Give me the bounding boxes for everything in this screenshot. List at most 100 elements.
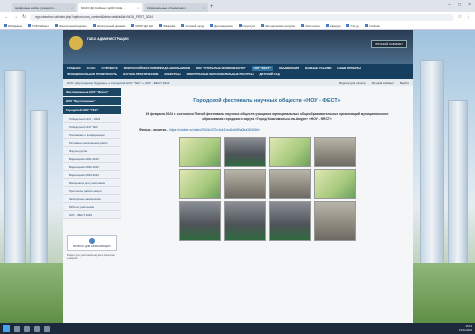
bookmark-item[interactable]: Избранное (4, 24, 22, 28)
close-icon[interactable]: × (137, 6, 139, 10)
reload-icon[interactable]: ↻ (22, 14, 26, 20)
explorer-icon[interactable] (24, 325, 30, 332)
bookmark-item[interactable]: ГОБ Кабинет (28, 24, 49, 28)
sidebar-item[interactable]: Экспертные заключения (63, 195, 121, 203)
nav-item[interactable]: НОУ "ФЕСТ" (251, 66, 273, 71)
sidebar-item[interactable]: Видеоархив 2023-2024 (63, 171, 121, 179)
minimize-icon[interactable]: – (448, 2, 451, 8)
nav-item[interactable]: ВСЕРОССИЙСКАЯ ОЛИМПИАДА ШКОЛЬНИКОВ (124, 66, 190, 71)
bookmark-item[interactable]: Моя школа (301, 24, 319, 28)
url-field[interactable]: eyp.nkeobru.ru/index.php?option=com_cont… (30, 13, 454, 21)
question-icon (89, 238, 95, 244)
browser-tab-active[interactable]: МОКУ ДО Кабинет ЦОИ ОНЦ… × (78, 3, 142, 12)
close-window-icon[interactable]: × (468, 2, 471, 8)
photo-diploma[interactable] (178, 137, 221, 168)
logout-link[interactable]: Выйти (400, 81, 409, 85)
photo-class[interactable] (268, 169, 311, 200)
questions-button[interactable]: ВОПРОС ДЛЯ ОБЯСНЯЮЩИХ (67, 235, 117, 251)
maximize-icon[interactable]: □ (458, 2, 461, 8)
forward-icon[interactable]: → (13, 14, 18, 20)
background-building (420, 60, 444, 270)
video-line: Фильм - визитка - https://rutube.ru/vide… (127, 128, 407, 132)
print-link[interactable]: Версия для печати (339, 81, 365, 85)
bookmarks-bar: Избранное ГОБ Кабинет Электронный журнал Эл… (0, 22, 475, 30)
bookmark-item[interactable]: МОКУ ДО ЦО (131, 24, 153, 28)
background-building (30, 110, 48, 270)
photo-class[interactable] (313, 201, 356, 242)
cabinet-button[interactable]: ЛИЧНЫЙ КАБИНЕТ (371, 40, 407, 48)
nav-item[interactable]: ИОС "ОТКРЫТЫЕ ВОЗМОЖНОСТИ" (196, 66, 246, 71)
sidebar-item[interactable]: Победители НОУ ТЕС (63, 123, 121, 131)
bookmark-item[interactable]: Wikipedia (159, 24, 175, 28)
site-title: ГАБО АДМИНИСТРАЦИИ (87, 37, 129, 41)
sidebar-item[interactable]: Регламент выполнения работ (63, 139, 121, 147)
web-page: ГАБО АДМИНИСТРАЦИИ ЛИЧНЫЙ КАБИНЕТ ГЛАВНА… (0, 30, 475, 323)
video-label: Фильм - визитка (139, 128, 167, 133)
sidebar-item[interactable]: НОУ - ФЕСТ 2024 (63, 211, 121, 219)
photo-class[interactable] (223, 169, 266, 200)
sidebar-item[interactable]: Работы участников (63, 203, 121, 211)
bookmark-item[interactable]: Госуслуги (239, 24, 256, 28)
article: Городской фестиваль научных обществ «НОУ… (121, 86, 413, 263)
nav-item[interactable]: ОБЪЯВЛЕНИЯ (279, 66, 299, 71)
sidebar-item[interactable]: Положение о конференции (63, 131, 121, 139)
nav-item[interactable]: КОНКУРСЫ (165, 72, 181, 77)
bookmark-item[interactable]: Дистанционка (210, 24, 232, 28)
nav-item[interactable]: О НАС (87, 66, 96, 71)
photo-diploma[interactable] (313, 169, 356, 200)
star-icon[interactable]: ☆ (458, 14, 462, 20)
sidebar-item[interactable]: Материалы для участников (63, 179, 121, 187)
photo-diploma[interactable] (178, 169, 221, 200)
bookmark-item[interactable]: Сферум (326, 24, 341, 28)
clock-date: 19.02.2024 (459, 328, 472, 332)
sidebar-group-title[interactable]: Фестивальные НОУ "Интел" (63, 88, 121, 96)
nav-item[interactable]: О ПРОЕКТЕ (102, 66, 118, 71)
account-link[interactable]: Личный кабинет (372, 81, 395, 85)
sidebar-group-title[interactable]: НОУ "Кругозорные" (63, 97, 121, 105)
clock: 16:14 19.02.2024 (459, 325, 472, 331)
logo (69, 36, 83, 50)
sidebar-item[interactable]: Форум-группа (63, 147, 121, 155)
nav-item[interactable]: ДЕТСКИЙ САД (260, 72, 280, 77)
breadcrumb-text[interactable]: НОУ «Кругозорное будущее» » Городской НО… (67, 81, 169, 85)
bookmark-item[interactable]: Электронный журнал (55, 24, 87, 28)
bookmark-item[interactable]: Сетевой город (181, 24, 204, 28)
nav-item[interactable]: ВАЖНЫЕ ССЫЛКИ (305, 66, 331, 71)
sidebar-item[interactable]: Видеоархив 2021-2023 (63, 155, 121, 163)
windows-start-icon[interactable] (3, 325, 10, 332)
browser-tab[interactable]: Цифровые кейсы учащихся… × (12, 3, 76, 12)
new-tab-icon[interactable]: + (210, 3, 218, 12)
back-icon[interactable]: ← (4, 14, 9, 20)
menu-icon[interactable]: ⋮ (466, 14, 471, 20)
questions-label: ВОПРОС ДЛЯ ОБЯСНЯЮЩИХ (73, 245, 111, 248)
sidebar-group-title[interactable]: Городской НОУ "ТЕС" (63, 106, 121, 114)
nav-item[interactable]: НАШИ ПРОЕКТЫ (337, 66, 361, 71)
nav-item[interactable]: ФУНКЦИОНАЛЬНАЯ ГРАМОТНОСТЬ (67, 72, 117, 77)
photo-diploma[interactable] (268, 137, 311, 168)
sidebar-item[interactable]: Видеоархив 2022-2023 (63, 163, 121, 171)
photo-group[interactable] (178, 201, 221, 242)
photo-group[interactable] (223, 137, 266, 168)
photo-group[interactable] (223, 201, 266, 242)
bookmark-item[interactable]: Учи.ру (346, 24, 359, 28)
bookmark-item[interactable]: Методические ресурсы (261, 24, 295, 28)
browser-icon[interactable] (34, 325, 40, 332)
sidebar-item[interactable]: Победители НОУ - 2024 (63, 115, 121, 123)
bookmark-item[interactable]: Электронный дневник (93, 24, 126, 28)
video-link[interactable]: https://rutube.ru/video/9024c372c4c441ed… (169, 128, 260, 132)
photo-group[interactable] (268, 201, 311, 242)
sidebar-item[interactable]: Протоколы работы жюри (63, 187, 121, 195)
close-icon[interactable]: × (71, 6, 73, 10)
nav-item[interactable]: ГЛАВНАЯ (67, 66, 81, 71)
close-icon[interactable]: × (203, 6, 205, 10)
nav-item[interactable]: НАУЧНО-ПРАКТИЧЕСКИЕ (123, 72, 158, 77)
search-icon[interactable] (14, 325, 20, 332)
browser-tab[interactable]: Официальные объявления… × (144, 3, 208, 12)
photo-class[interactable] (313, 137, 356, 168)
bookmark-item[interactable]: Учебник (365, 24, 380, 28)
article-heading: Городской фестиваль научных обществ «НОУ… (193, 98, 341, 104)
background-building (4, 70, 26, 270)
taskbar: 16:14 19.02.2024 (0, 323, 475, 334)
word-icon[interactable] (44, 325, 50, 332)
nav-item[interactable]: ЭЛЕКТРОННЫЕ ОБРАЗОВАТЕЛЬНЫЕ РЕСУРСЫ (186, 72, 253, 77)
